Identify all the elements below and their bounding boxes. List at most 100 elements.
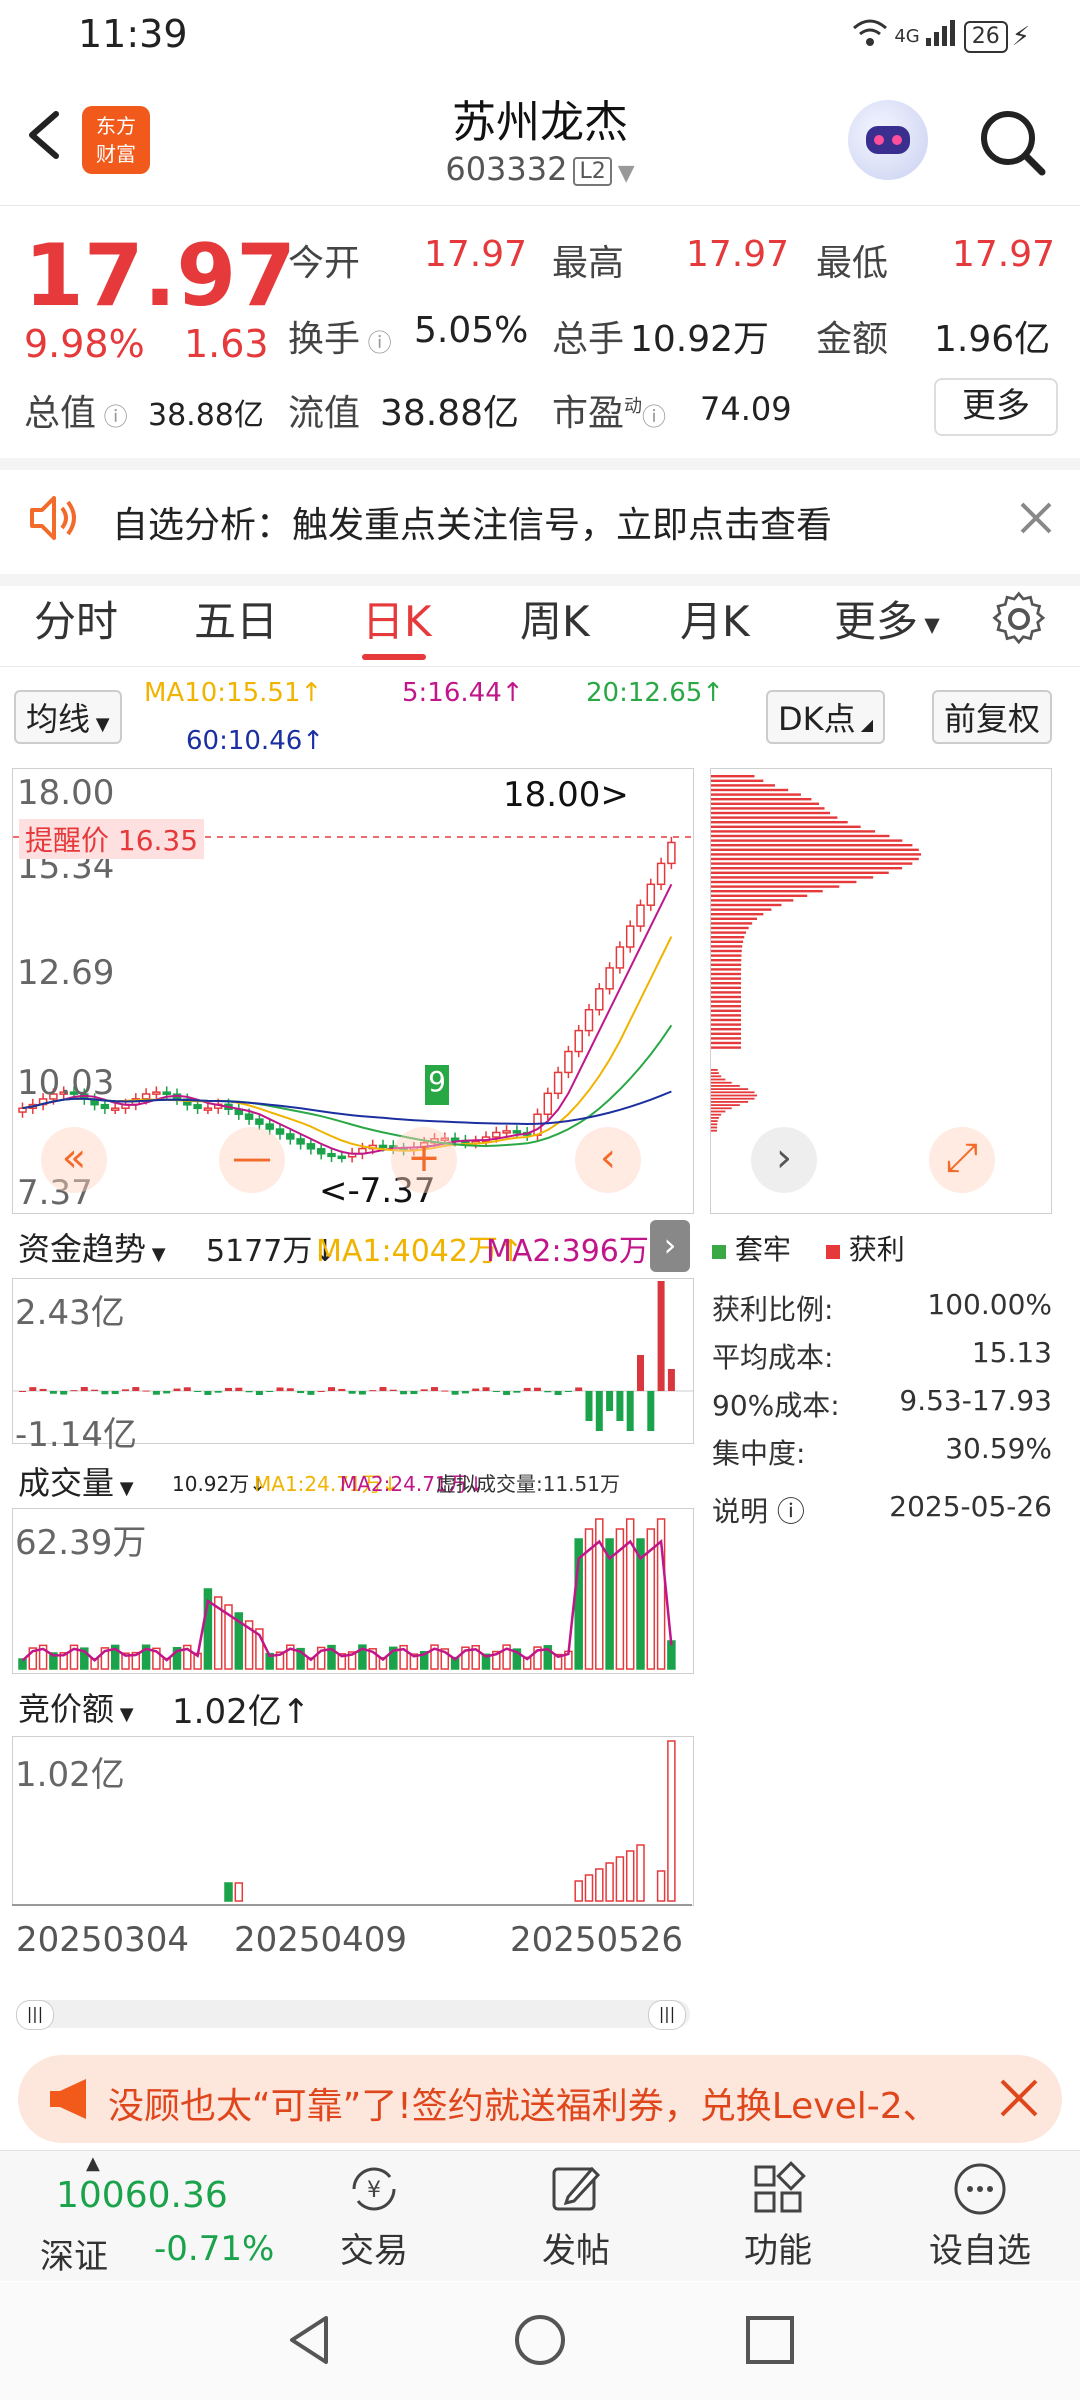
candle [337,1155,347,1160]
slider-left-handle[interactable]: ||| [16,2000,54,2030]
chip-bar [711,830,876,833]
zoom-out-icon[interactable]: — [219,1127,285,1193]
assistant-robot-icon[interactable] [848,100,928,180]
range-slider[interactable]: ||| ||| [16,2000,690,2030]
candle [193,1104,202,1110]
nav-add-watchlist[interactable]: 设自选 [920,2161,1040,2272]
close-icon[interactable] [1016,498,1056,538]
fund-ma2: MA2:396万↑ [486,1234,674,1269]
chip-bar [711,784,775,787]
chip-bar [711,1032,741,1035]
system-recents-icon[interactable] [742,2312,798,2372]
fund-bar [667,1369,675,1391]
chip-bar [711,922,753,925]
index-name[interactable]: 深证 [40,2229,108,2278]
nav-functions[interactable]: 功能 [718,2161,838,2272]
edit-icon [548,2161,604,2217]
slider-right-handle[interactable]: ||| [648,2000,686,2030]
search-icon[interactable] [976,106,1048,178]
tab-five-day[interactable]: 五日 [194,588,278,649]
caret-down-icon: ▼ [918,612,940,637]
chip-bar [711,982,742,985]
auction-indicator-selector[interactable]: 竞价额 ▼ [14,1682,138,1732]
promo-banner[interactable]: 没顾也太“可靠”了!签约就送福利券，兑换Level-2、 [18,2055,1062,2143]
auction-bar [656,1870,666,1902]
chip-bar [711,908,772,911]
banner-close-icon[interactable] [994,2073,1044,2127]
expand-right-icon[interactable]: › [650,1220,690,1272]
expand-up-icon[interactable]: ▲ [86,2153,100,2174]
grid-icon [750,2161,806,2217]
tab-intraday[interactable]: 分时 [34,588,118,649]
nav-post[interactable]: 发帖 [516,2161,636,2272]
next-icon[interactable]: › [751,1127,817,1193]
candle [286,1133,295,1140]
tab-daily-k[interactable]: 日K [362,588,432,649]
index-change[interactable]: -0.71% [154,2229,274,2269]
fund-bar [214,1391,222,1393]
alert-price-label[interactable]: 提醒价 16.35 [19,819,205,859]
chip-bar [711,963,742,966]
nav-trade[interactable]: ¥ 交易 [314,2161,434,2272]
chip-bar [711,793,801,796]
scroll-left-icon[interactable]: « [41,1127,107,1193]
chip-bar [711,991,742,994]
candle [605,967,614,990]
chip-bar [711,1117,719,1119]
fund-indicator-selector[interactable]: 资金趋势 ▼ [14,1222,170,1272]
adjust-button[interactable]: 前复权 [932,690,1053,744]
system-back-icon[interactable] [282,2312,338,2372]
volume-indicator-selector[interactable]: 成交量 ▼ [14,1456,138,1506]
chip-bar [711,807,825,810]
expand-icon[interactable]: ⤢ [929,1127,995,1193]
candle [18,1107,27,1113]
chip-note-row[interactable]: 说明 ⓘ 2025-05-26 [712,1490,1052,1530]
system-home-icon[interactable] [512,2312,568,2372]
tab-weekly-k[interactable]: 周K [520,588,590,649]
high-label: 最高 [552,243,625,284]
fund-bar [328,1387,335,1391]
fund-bar [595,1391,603,1431]
index-value[interactable]: 10060.36 [56,2175,228,2216]
candle [152,1091,161,1095]
fund-bar [379,1387,387,1391]
fund-bar [523,1387,531,1391]
tab-monthly-k[interactable]: 月K [680,588,750,649]
fund-bar [513,1391,521,1393]
chip-bar [711,1000,742,1003]
chip-bar [711,903,782,907]
prev-icon[interactable]: ‹ [575,1127,641,1193]
signal-icon [924,18,958,55]
settings-gear-icon[interactable] [990,590,1048,652]
candle [584,1008,594,1032]
tab-more[interactable]: 更多 ▼ [834,588,940,649]
bottom-nav: ▲ 10060.36 深证 -0.71% ¥ 交易 发帖 功能 设自选 [0,2150,1080,2281]
indicator-selector[interactable]: 均线 ▼ [14,690,122,744]
chip-bar [711,1123,718,1126]
chip-distribution-chart[interactable]: › ⤢ [710,768,1052,1214]
dk-point-button[interactable]: DK点 ◢ [766,690,886,744]
chip-bar [711,1104,740,1106]
candle [564,1050,573,1074]
ma10-label: MA10:15.51↑ [144,678,323,708]
total-value-label: 总值 ⓘ [24,393,128,434]
ma20-line [22,1024,673,1148]
chip-bar [711,1113,722,1116]
more-button[interactable]: 更多 [934,378,1058,436]
volume-chart[interactable]: 62.39万 [12,1508,694,1674]
fund-chart[interactable]: 2.43亿 -1.14亿 [12,1278,694,1455]
chip-bar [711,954,742,957]
auction-chart[interactable]: 1.02亿 [12,1736,694,1906]
notice-bar[interactable]: 自选分析：触发重点关注信号，立即点击查看 [0,458,1080,586]
candle [656,862,666,886]
chip-bar [711,1101,749,1103]
kline-chart[interactable]: 18.00 15.34 12.69 10.03 7.37 提醒价 16.35 1… [12,768,694,1214]
zoom-in-icon[interactable]: + [391,1127,457,1193]
candle [646,883,656,906]
chip-bar [711,949,742,953]
fund-bar [276,1387,284,1391]
chip-bar [711,968,742,971]
chip-bar [711,1078,726,1081]
chip-bar [711,821,848,824]
fund-bar [410,1391,418,1395]
